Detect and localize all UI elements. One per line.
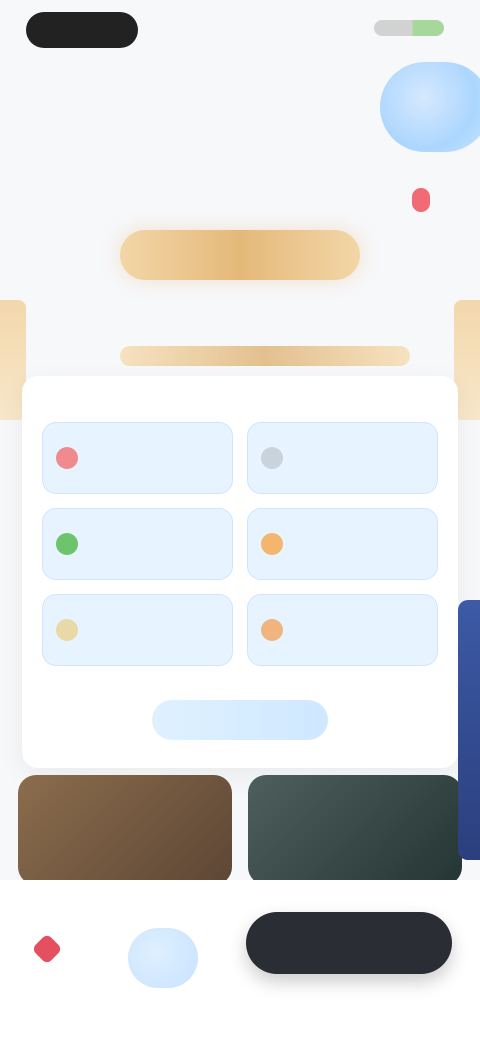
option-5-icon (56, 619, 78, 641)
option-2[interactable] (247, 422, 438, 494)
option-6[interactable] (247, 594, 438, 666)
option-5[interactable] (42, 594, 233, 666)
gold-banner[interactable] (120, 230, 360, 280)
option-3[interactable] (42, 508, 233, 580)
option-2-icon (261, 447, 283, 469)
card-link[interactable] (152, 700, 328, 740)
primary-action-button[interactable] (246, 912, 452, 974)
option-1[interactable] (42, 422, 233, 494)
options-card (22, 376, 458, 768)
status-bar (0, 0, 480, 60)
option-6-icon (261, 619, 283, 641)
decorative-bubble-small (128, 928, 198, 988)
like-button[interactable] (31, 933, 66, 965)
option-1-icon (56, 447, 78, 469)
option-4-icon (261, 533, 283, 555)
option-3-icon (56, 533, 78, 555)
location-pin-icon (412, 188, 430, 212)
status-pill (26, 12, 138, 48)
gold-divider (120, 346, 410, 366)
options-grid (42, 422, 438, 666)
heart-icon (31, 933, 63, 965)
photo-row (18, 775, 462, 885)
decorative-bubble (380, 62, 480, 152)
option-4[interactable] (247, 508, 438, 580)
photo-right[interactable] (248, 775, 462, 885)
page (0, 0, 480, 1040)
signal-indicator (374, 20, 444, 36)
right-blue-tab[interactable] (458, 600, 480, 860)
tag-row (40, 180, 440, 220)
tag-right[interactable] (412, 188, 440, 212)
photo-left[interactable] (18, 775, 232, 885)
